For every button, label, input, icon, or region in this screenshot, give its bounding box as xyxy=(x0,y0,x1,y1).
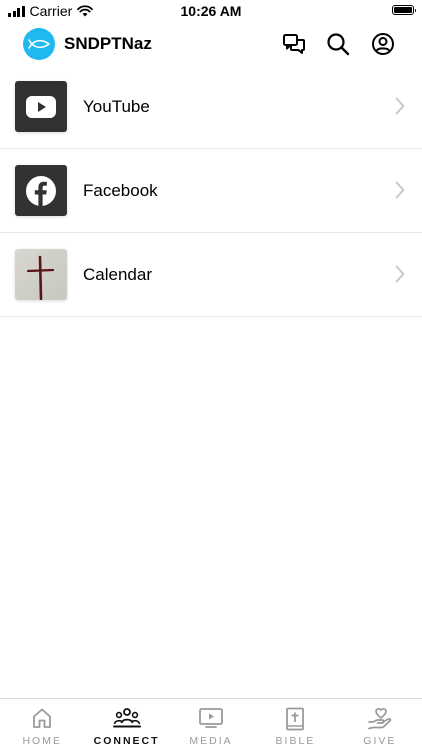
list-item-calendar[interactable]: Calendar xyxy=(0,233,422,317)
battery-icon xyxy=(392,5,416,15)
app-name: SNDPTNaz xyxy=(64,34,152,53)
tab-label: MEDIA xyxy=(189,735,233,747)
tab-bar: HOME CONNECT MEDIA BIBLE GIVE xyxy=(0,698,422,750)
fish-logo-icon xyxy=(23,28,55,60)
status-time: 10:26 AM xyxy=(180,3,242,19)
facebook-thumbnail xyxy=(15,165,67,216)
tab-give[interactable]: GIVE xyxy=(338,699,422,750)
tab-bible[interactable]: BIBLE xyxy=(253,699,337,750)
search-button[interactable] xyxy=(325,31,351,57)
list-item-facebook[interactable]: Facebook xyxy=(0,149,422,233)
tab-label: CONNECT xyxy=(93,735,160,747)
list-item-label: Facebook xyxy=(83,181,158,200)
chat-button[interactable] xyxy=(281,31,307,57)
tab-label: BIBLE xyxy=(275,735,316,747)
connect-list: YouTube Facebook Calendar xyxy=(0,65,422,317)
home-icon xyxy=(33,708,52,728)
cross-icon xyxy=(26,255,55,300)
chevron-right-icon xyxy=(395,265,405,283)
tab-label: HOME xyxy=(22,735,62,747)
people-icon xyxy=(112,708,141,728)
youtube-thumbnail xyxy=(15,81,67,132)
chevron-right-icon xyxy=(395,97,405,115)
search-icon xyxy=(327,33,350,56)
tab-home[interactable]: HOME xyxy=(0,699,84,750)
account-button[interactable] xyxy=(370,31,396,57)
media-play-icon xyxy=(199,708,223,728)
bible-icon xyxy=(286,707,305,731)
status-bar: Carrier 10:26 AM xyxy=(0,0,422,22)
list-item-youtube[interactable]: YouTube xyxy=(0,65,422,149)
calendar-thumbnail xyxy=(15,249,67,300)
facebook-icon xyxy=(26,175,56,206)
tab-connect[interactable]: CONNECT xyxy=(84,699,168,750)
app-header: SNDPTNaz xyxy=(0,26,422,62)
tab-label: GIVE xyxy=(363,735,397,747)
giving-hand-icon xyxy=(367,707,392,730)
chat-icon xyxy=(283,34,305,54)
account-icon xyxy=(372,33,394,55)
youtube-icon xyxy=(26,95,56,118)
tab-media[interactable]: MEDIA xyxy=(169,699,253,750)
list-item-label: YouTube xyxy=(83,97,150,116)
chevron-right-icon xyxy=(395,181,405,199)
list-item-label: Calendar xyxy=(83,265,152,284)
